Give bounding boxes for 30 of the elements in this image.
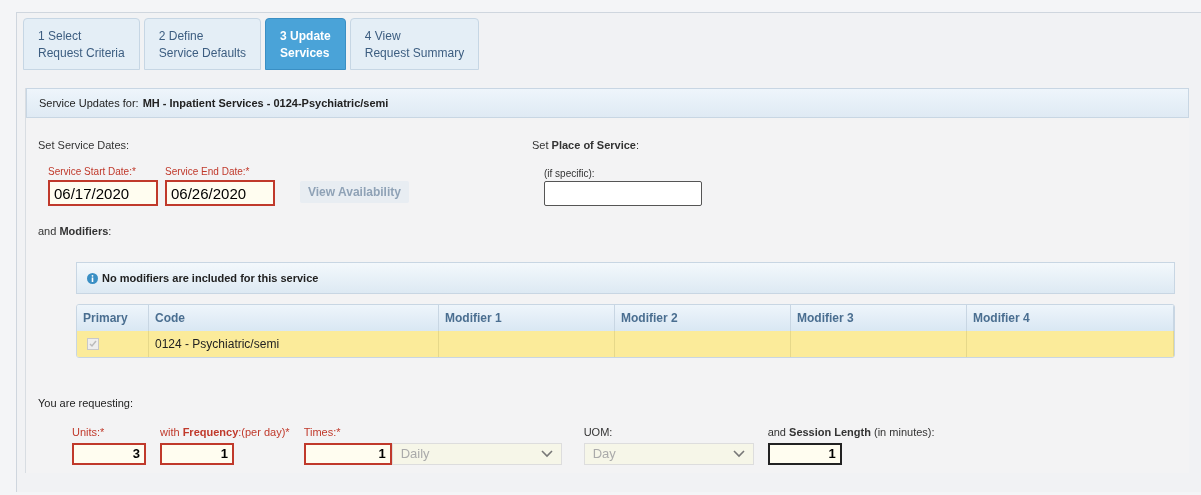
date-field[interactable]: 06/17/2020 bbox=[48, 180, 158, 206]
section-label: and Modifiers: bbox=[38, 225, 112, 237]
field-label: Units:* bbox=[72, 425, 106, 440]
field-label: UOM: bbox=[583, 425, 614, 440]
field-label: and Session Length (in minutes): bbox=[767, 425, 935, 440]
chevron-down-icon bbox=[540, 449, 553, 458]
section-label: Set Service Dates: bbox=[38, 139, 130, 151]
info-message: No modifiers are included for this service bbox=[102, 270, 319, 286]
service-name: MH - Inpatient Services - 0124-Psychiatric/semi bbox=[142, 95, 389, 111]
field-label: Service Start Date:* bbox=[48, 165, 137, 179]
field-label: Times:* bbox=[303, 425, 342, 440]
info-icon bbox=[87, 272, 98, 284]
number-field[interactable]: 1 bbox=[767, 442, 842, 465]
table-row[interactable]: 0124 - Psychiatric/semi bbox=[77, 331, 1174, 357]
place-of-service-field[interactable] bbox=[544, 181, 702, 206]
section-label: Set Place of Service: bbox=[532, 139, 640, 151]
header-label: Service Updates for: bbox=[39, 95, 139, 111]
wizard-tab[interactable]: 2 Define Service Defaults bbox=[143, 18, 262, 70]
wizard-tab[interactable]: 4 View Request Summary bbox=[349, 18, 480, 70]
field-label: with Frequency:(per day)* bbox=[160, 425, 290, 440]
table-cell-text: 0124 - Psychiatric/semi bbox=[155, 336, 280, 353]
checkbox[interactable] bbox=[87, 338, 99, 350]
field-label: (if specific): bbox=[544, 167, 596, 181]
number-field[interactable]: 3 bbox=[72, 442, 146, 465]
date-field[interactable]: 06/26/2020 bbox=[165, 180, 275, 206]
number-field[interactable]: 1 bbox=[160, 442, 234, 465]
field-label: Service End Date:* bbox=[165, 165, 251, 179]
wizard-tab[interactable]: 1 Select Request Criteria bbox=[23, 18, 140, 70]
section-label: You are requesting: bbox=[38, 397, 133, 409]
chevron-down-icon bbox=[732, 449, 745, 458]
